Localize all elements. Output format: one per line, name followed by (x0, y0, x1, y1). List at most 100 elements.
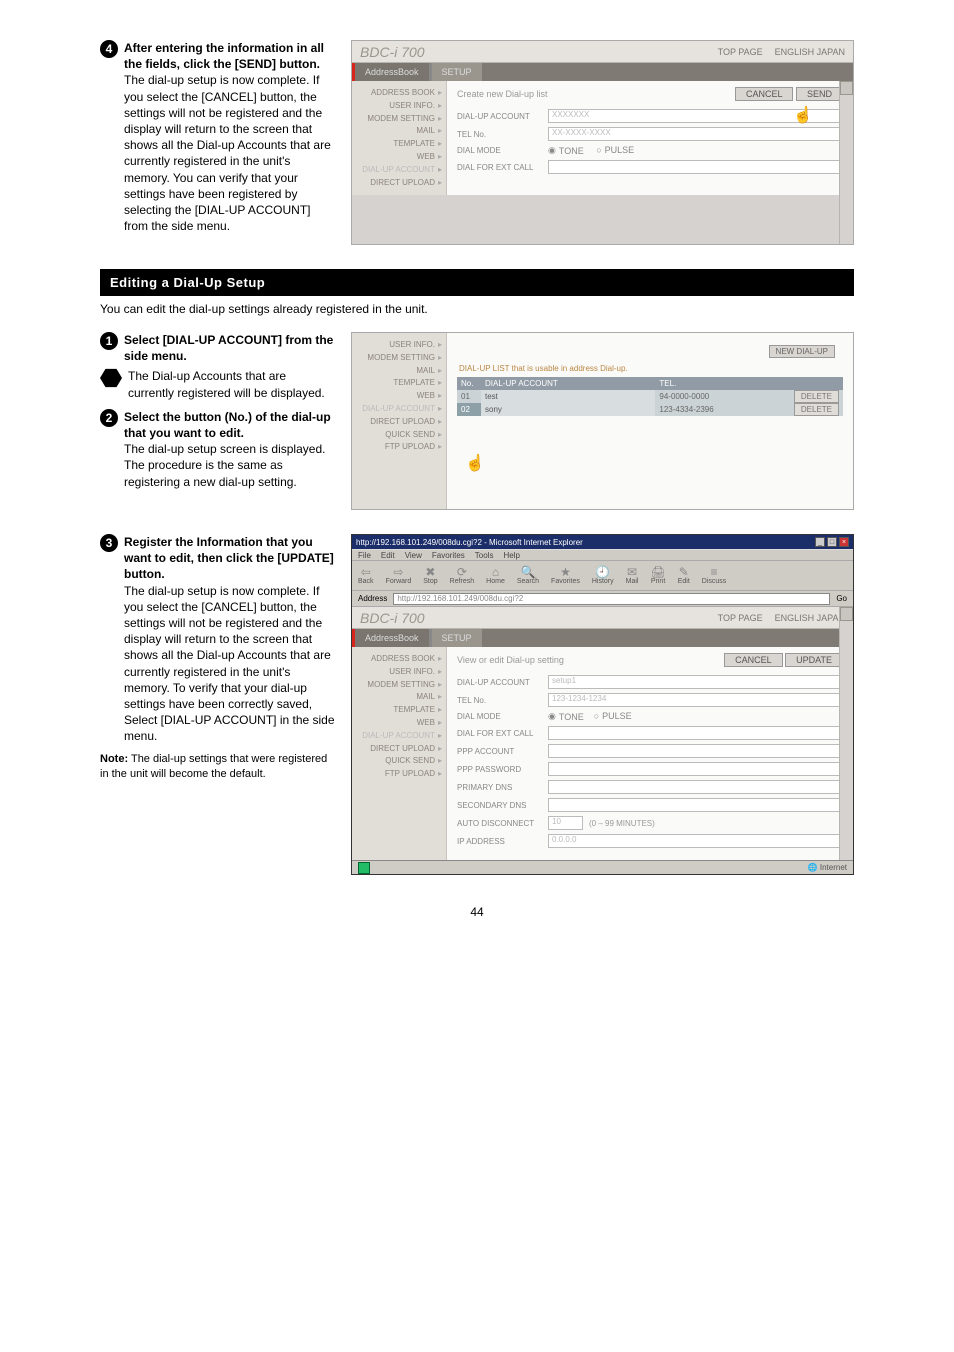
sidebar-item-dialup[interactable]: DIAL-UP ACCOUNT▸ (356, 730, 442, 743)
sidebar-item-mail[interactable]: MAIL▸ (356, 125, 442, 138)
screenshot-dialup-list: USER INFO.▸ MODEM SETTING▸ MAIL▸ TEMPLAT… (351, 332, 854, 510)
row-tel: 94-0000-0000 (655, 390, 789, 403)
sidebar-item-mail[interactable]: MAIL▸ (356, 365, 442, 378)
field-label-dialmode: DIAL MODE (457, 146, 542, 155)
sidebar-item-ftpupload[interactable]: FTP UPLOAD▸ (356, 441, 442, 454)
radio-pulse[interactable]: ○ PULSE (596, 145, 634, 155)
refresh-icon[interactable]: ⟳Refresh (450, 566, 475, 585)
delete-button[interactable]: DELETE (794, 390, 839, 403)
tab-setup[interactable]: SETUP (429, 63, 482, 81)
close-icon[interactable]: × (839, 537, 849, 547)
account-input[interactable]: setup1 (548, 675, 843, 689)
print-icon[interactable]: 🖨Print (650, 566, 665, 585)
minimize-icon[interactable]: _ (815, 537, 825, 547)
ext-input[interactable] (548, 726, 843, 740)
sidebar-item-addressbook[interactable]: ADDRESS BOOK▸ (356, 653, 442, 666)
maximize-icon[interactable]: □ (827, 537, 837, 547)
topnav-top[interactable]: TOP PAGE (718, 47, 763, 57)
radio-pulse[interactable]: ○ PULSE (594, 711, 632, 721)
tab-setup[interactable]: SETUP (429, 629, 482, 647)
row-no-button[interactable]: 01 (457, 390, 481, 403)
sidebar-item-web[interactable]: WEB▸ (356, 151, 442, 164)
field-label-tel: TEL No. (457, 696, 542, 705)
screenshot-create-dialup: BDC-i 700 TOP PAGE ENGLISH JAPAN Address… (351, 40, 854, 245)
sidebar-item-modem[interactable]: MODEM SETTING▸ (356, 113, 442, 126)
back-icon[interactable]: ⇦Back (358, 566, 374, 585)
menu-bar[interactable]: FileEditView FavoritesToolsHelp (352, 549, 853, 561)
tel-input[interactable]: XX-XXXX-XXXX (548, 127, 843, 141)
tab-addressbook[interactable]: AddressBook (352, 63, 429, 81)
home-icon[interactable]: ⌂Home (486, 566, 505, 585)
address-input[interactable]: http://192.168.101.249/008du.cgi?2 (393, 593, 830, 605)
discuss-icon[interactable]: ≡Discuss (702, 566, 727, 585)
scrollbar[interactable] (839, 81, 853, 244)
cancel-button[interactable]: CANCEL (724, 653, 783, 667)
table-row: 02 sony 123-4334-2396 DELETE (457, 403, 843, 416)
sidebar-item-ftpupload[interactable]: FTP UPLOAD▸ (356, 768, 442, 781)
ppp-input[interactable] (548, 744, 843, 758)
ip-input[interactable]: 0.0.0.0 (548, 834, 843, 848)
sidebar-item-modem[interactable]: MODEM SETTING▸ (356, 679, 442, 692)
radio-tone[interactable]: ◉ TONE (548, 145, 584, 156)
scrollbar[interactable] (839, 607, 853, 860)
sidebar-item-userinfo[interactable]: USER INFO.▸ (356, 100, 442, 113)
hex-bullet-icon (100, 368, 122, 388)
forward-icon[interactable]: ⇨Forward (386, 566, 412, 585)
row-no-button[interactable]: 02 (457, 403, 481, 416)
sidebar-item-template[interactable]: TEMPLATE▸ (356, 138, 442, 151)
stop-icon[interactable]: ✖Stop (423, 566, 437, 585)
sidebar-item-dialup[interactable]: DIAL-UP ACCOUNT▸ (356, 164, 442, 177)
radio-tone[interactable]: ◉ TONE (548, 711, 584, 722)
page-number: 44 (100, 905, 854, 919)
sidebar-item-addressbook[interactable]: ADDRESS BOOK▸ (356, 87, 442, 100)
sidebar-item-userinfo[interactable]: USER INFO.▸ (356, 666, 442, 679)
go-button[interactable]: Go (836, 594, 847, 603)
ppp-password-input[interactable] (548, 762, 843, 776)
col-no: No. (457, 377, 481, 390)
delete-button[interactable]: DELETE (794, 403, 839, 416)
sidebar-item-web[interactable]: WEB▸ (356, 717, 442, 730)
field-label-ppppwd: PPP PASSWORD (457, 765, 542, 774)
tab-addressbook[interactable]: AddressBook (352, 629, 429, 647)
favorites-icon[interactable]: ★Favorites (551, 566, 580, 585)
step-1-marker: 1 (100, 332, 118, 350)
scroll-up-icon[interactable] (840, 81, 853, 95)
cancel-button[interactable]: CANCEL (735, 87, 794, 101)
update-button[interactable]: UPDATE (785, 653, 843, 667)
dns1-input[interactable] (548, 780, 843, 794)
ext-input[interactable] (548, 160, 843, 174)
tel-input[interactable]: 123-1234-1234 (548, 693, 843, 707)
auto-disconnect-input[interactable]: 10 (548, 816, 583, 830)
inner-app: BDC-i 700 TOP PAGE ENGLISH JAPAN Address… (352, 607, 853, 860)
sidebar-item-directupload[interactable]: DIRECT UPLOAD▸ (356, 743, 442, 756)
sidebar-item-web[interactable]: WEB▸ (356, 390, 442, 403)
sidebar-item-template[interactable]: TEMPLATE▸ (356, 377, 442, 390)
sidebar-item-dialup[interactable]: DIAL-UP ACCOUNT▸ (356, 403, 442, 416)
sidebar-item-mail[interactable]: MAIL▸ (356, 691, 442, 704)
pointer-cursor-icon: ☝ (793, 105, 809, 123)
ie-logo-icon (358, 862, 370, 874)
sidebar-item-directupload[interactable]: DIRECT UPLOAD▸ (356, 177, 442, 190)
topnav-top[interactable]: TOP PAGE (718, 613, 763, 623)
mail-icon[interactable]: ✉Mail (626, 566, 639, 585)
history-icon[interactable]: 🕘History (592, 566, 614, 585)
row-tel: 123-4334-2396 (655, 403, 789, 416)
step-4-body: The dial-up setup is now complete. If yo… (124, 73, 331, 233)
topnav-lang[interactable]: ENGLISH JAPAN (775, 47, 845, 57)
sidebar-item-template[interactable]: TEMPLATE▸ (356, 704, 442, 717)
search-icon[interactable]: 🔍Search (517, 566, 539, 585)
sidebar-item-quicksend[interactable]: QUICK SEND▸ (356, 755, 442, 768)
send-button[interactable]: SEND (796, 87, 843, 101)
step-3-body: The dial-up setup is now complete. If yo… (124, 584, 335, 744)
sidebar-item-userinfo[interactable]: USER INFO.▸ (356, 339, 442, 352)
topnav-lang[interactable]: ENGLISH JAPAN (775, 613, 845, 623)
sidebar-item-quicksend[interactable]: QUICK SEND▸ (356, 429, 442, 442)
step-2-marker: 2 (100, 409, 118, 427)
scroll-up-icon[interactable] (840, 607, 853, 621)
sidebar-item-directupload[interactable]: DIRECT UPLOAD▸ (356, 416, 442, 429)
edit-icon[interactable]: ✎Edit (678, 566, 690, 585)
status-zone: Internet (820, 863, 847, 872)
sidebar-item-modem[interactable]: MODEM SETTING▸ (356, 352, 442, 365)
new-dialup-button[interactable]: NEW DIAL-UP (769, 345, 835, 358)
dns2-input[interactable] (548, 798, 843, 812)
